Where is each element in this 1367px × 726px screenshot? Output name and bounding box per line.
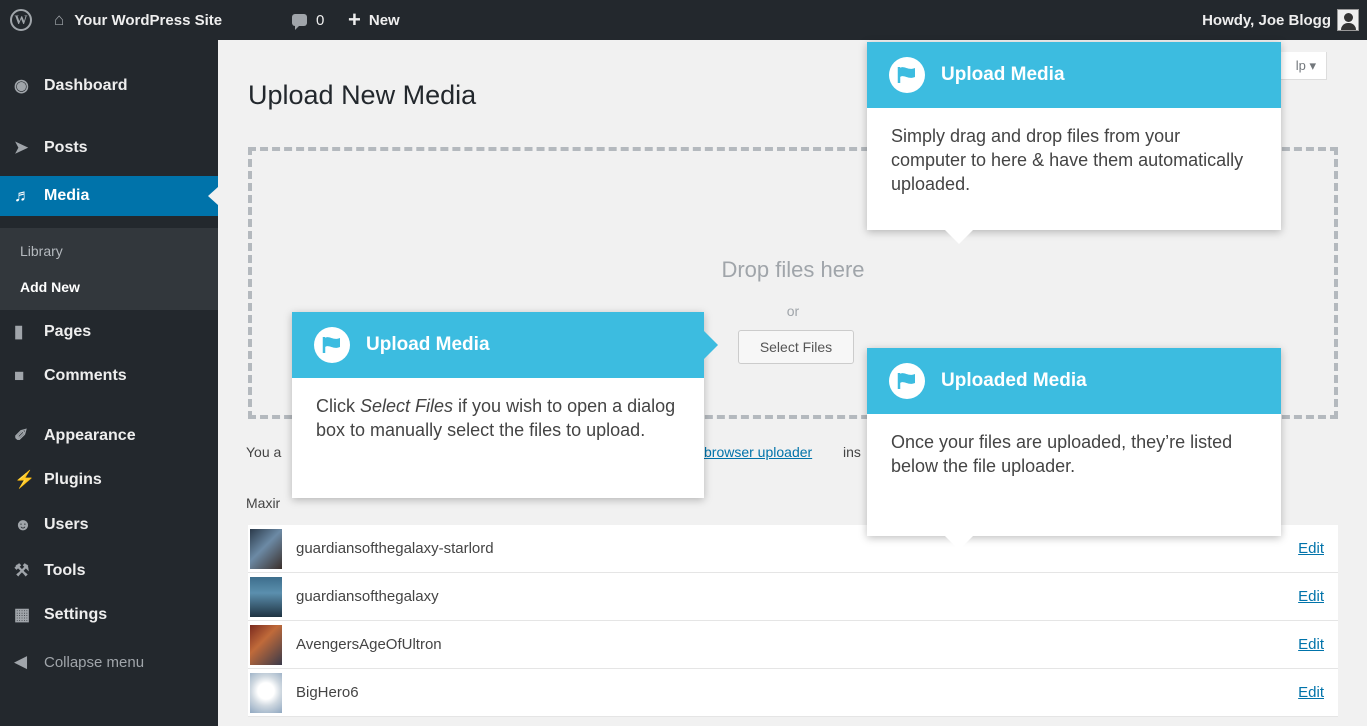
- sidebar-item-tools[interactable]: ⚒ Tools: [0, 551, 218, 591]
- pages-icon: ▮: [14, 322, 24, 341]
- sidebar-item-label: Dashboard: [44, 77, 128, 94]
- admin-bar: W ⌂ Your WordPress Site 0 + New Howdy, J…: [0, 0, 1367, 40]
- sidebar-item-label: Tools: [44, 562, 86, 579]
- avatar: [1337, 9, 1359, 31]
- edit-link[interactable]: Edit: [1298, 636, 1324, 653]
- sidebar-item-media[interactable]: ♬ Media: [0, 176, 218, 216]
- pointer-body: Once your files are uploaded, they’re li…: [891, 432, 1233, 476]
- upload-media-pointer-select: Upload Media Click Select Files if you w…: [292, 312, 718, 498]
- pointer-header: Uploaded Media: [867, 348, 1281, 414]
- select-files-button[interactable]: Select Files: [738, 330, 854, 364]
- sidebar-item-label: Appearance: [44, 427, 136, 444]
- settings-icon: ▦: [14, 605, 31, 624]
- sidebar-item-appearance[interactable]: ✐ Appearance: [0, 416, 218, 456]
- site-name-link[interactable]: ⌂ Your WordPress Site: [54, 0, 222, 40]
- media-thumbnail: [250, 672, 282, 713]
- plus-icon: +: [348, 7, 361, 32]
- site-name-label: Your WordPress Site: [74, 11, 223, 29]
- pointer-header: Upload Media: [867, 42, 1281, 108]
- media-thumbnail: [250, 624, 282, 665]
- home-icon: ⌂: [54, 10, 65, 29]
- media-filename: BigHero6: [296, 684, 359, 701]
- uploaded-media-pointer: Uploaded Media Once your files are uploa…: [867, 348, 1281, 550]
- uploader-info: You a browser uploader ins: [246, 444, 861, 460]
- pointer-header: Upload Media: [292, 312, 704, 378]
- media-submenu: Library Add New: [0, 228, 218, 310]
- comment-icon: ■: [14, 366, 25, 385]
- account-menu[interactable]: Howdy, Joe Blogg: [1202, 0, 1359, 40]
- sidebar-item-label: Posts: [44, 139, 88, 156]
- media-filename: AvengersAgeOfUltron: [296, 636, 442, 653]
- sidebar-item-label: Comments: [44, 367, 127, 384]
- sidebar-item-pages[interactable]: ▮ Pages: [0, 312, 218, 352]
- browser-uploader-link[interactable]: browser uploader: [704, 444, 812, 460]
- pointer-title: Upload Media: [366, 334, 490, 355]
- upload-media-pointer-drag: Upload Media Simply drag and drop files …: [867, 42, 1281, 244]
- drop-files-text: Drop files here: [721, 257, 865, 282]
- flag-icon: [889, 363, 925, 399]
- pointer-title: Uploaded Media: [941, 370, 1087, 391]
- sidebar-item-label: Users: [44, 516, 89, 533]
- max-upload-size: Maxir: [246, 495, 281, 511]
- new-content-link[interactable]: + New: [348, 0, 400, 40]
- wrench-icon: ⚒: [14, 561, 30, 580]
- howdy-label: Howdy, Joe Blogg: [1202, 11, 1331, 29]
- sidebar-item-label: Settings: [44, 606, 108, 623]
- sidebar-item-label: Media: [44, 187, 90, 204]
- collapse-menu-button[interactable]: ◀ Collapse menu: [0, 642, 218, 682]
- sidebar-item-plugins[interactable]: ⚡ Plugins: [0, 460, 218, 500]
- media-icon: ♬: [14, 186, 31, 205]
- collapse-menu-label: Collapse menu: [44, 653, 145, 671]
- submenu-library[interactable]: Library: [20, 243, 63, 259]
- media-thumbnail: [250, 576, 282, 617]
- media-item: BigHero6 Edit: [248, 669, 1338, 717]
- admin-sidebar: ◉ Dashboard ➤ Posts ♬ Media Library Add …: [0, 40, 218, 726]
- pin-icon: ➤: [14, 138, 29, 157]
- comment-bubble-icon: [292, 14, 307, 30]
- comments-count: 0: [316, 11, 325, 29]
- comments-link[interactable]: 0: [292, 0, 324, 40]
- uploader-info-prefix: You a: [246, 444, 282, 460]
- sidebar-item-users[interactable]: ☻ Users: [0, 505, 218, 545]
- wordpress-logo-icon[interactable]: W: [10, 0, 40, 40]
- sidebar-item-settings[interactable]: ▦ Settings: [0, 595, 218, 635]
- edit-link[interactable]: Edit: [1298, 588, 1324, 605]
- media-item: AvengersAgeOfUltron Edit: [248, 621, 1338, 669]
- flag-icon: [314, 327, 350, 363]
- sidebar-item-label: Pages: [44, 323, 92, 340]
- pointer-body: Simply drag and drop files from your com…: [891, 126, 1244, 194]
- sidebar-item-dashboard[interactable]: ◉ Dashboard: [0, 66, 218, 106]
- media-thumbnail: [250, 528, 282, 569]
- collapse-arrow-icon: ◀: [14, 652, 28, 671]
- flag-icon: [889, 57, 925, 93]
- edit-link[interactable]: Edit: [1298, 684, 1324, 701]
- media-filename: guardiansofthegalaxy-starlord: [296, 540, 494, 557]
- media-filename: guardiansofthegalaxy: [296, 588, 439, 605]
- page-title: Upload New Media: [248, 80, 477, 110]
- pointer-body: Click Select Files if you wish to open a…: [292, 378, 704, 442]
- media-item: guardiansofthegalaxy Edit: [248, 573, 1338, 621]
- sidebar-item-label: Plugins: [44, 471, 102, 488]
- sidebar-item-comments[interactable]: ■ Comments: [0, 356, 218, 396]
- submenu-add-new[interactable]: Add New: [20, 279, 80, 295]
- uploader-info-suffix: ins: [843, 444, 861, 460]
- new-label: New: [368, 11, 400, 29]
- plug-icon: ⚡: [14, 470, 36, 489]
- dashboard-icon: ◉: [14, 76, 29, 95]
- sidebar-item-posts[interactable]: ➤ Posts: [0, 128, 218, 168]
- uploaded-media-list: guardiansofthegalaxy-starlord Edit guard…: [248, 525, 1338, 717]
- edit-link[interactable]: Edit: [1298, 540, 1324, 557]
- pointer-body-emphasis: Select Files: [360, 396, 454, 416]
- users-icon: ☻: [14, 515, 32, 534]
- paintbrush-icon: ✐: [14, 426, 29, 445]
- pointer-title: Upload Media: [941, 64, 1065, 85]
- pointer-body-pre: Click: [316, 396, 360, 416]
